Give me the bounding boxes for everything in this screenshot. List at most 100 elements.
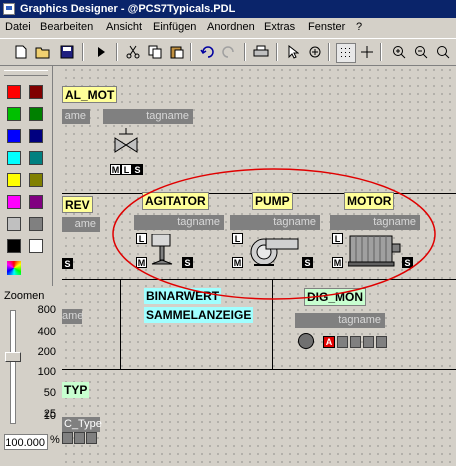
new-file-icon[interactable] (12, 43, 30, 61)
color-swatch-gray[interactable] (29, 217, 43, 231)
label-al-mot[interactable]: AL_MOT (62, 86, 118, 103)
menu-fenster[interactable]: Fenster (308, 21, 345, 33)
tagname-field[interactable]: tagname (230, 215, 320, 230)
print-icon[interactable] (252, 43, 270, 61)
status-box (350, 336, 361, 348)
color-swatch-cyan[interactable] (7, 151, 21, 165)
zoom-unit: % (50, 434, 60, 446)
zoom-value-field[interactable]: 100.000 (4, 434, 48, 450)
undo-icon[interactable] (198, 43, 216, 61)
color-swatch-olive[interactable] (29, 173, 43, 187)
valve-icon[interactable] (114, 128, 140, 165)
zoom-slider-thumb[interactable] (5, 352, 21, 362)
label-typ[interactable]: TYP (62, 382, 90, 398)
zoom-in-icon[interactable] (390, 43, 408, 61)
divider-line (62, 279, 456, 280)
title-bar: Graphics Designer - @PCS7Typicals.PDL (0, 0, 456, 18)
copy-icon[interactable] (146, 43, 164, 61)
custom-color-icon[interactable] (7, 261, 21, 275)
menu-help[interactable]: ? (356, 21, 362, 33)
menu-ansicht[interactable]: Ansicht (106, 21, 142, 33)
zoom-pointer-icon[interactable] (306, 43, 324, 61)
tagname-field[interactable]: tagname (103, 109, 193, 124)
tagname-field[interactable]: ame (62, 217, 100, 232)
zoom-slider-track[interactable] (10, 310, 16, 424)
toolbar-separator (276, 43, 278, 61)
label-pump[interactable]: PUMP (252, 192, 293, 210)
menu-bearbeiten[interactable]: Bearbeiten (40, 21, 93, 33)
label-sammelanzeige[interactable]: SAMMELANZEIGE (144, 307, 254, 323)
toolbar-separator (82, 43, 84, 61)
tagname-field[interactable]: tagname (295, 313, 385, 328)
app-icon (3, 3, 15, 15)
tagname-field[interactable]: ame (62, 309, 83, 324)
color-swatch-dark-green[interactable] (29, 107, 43, 121)
pump-icon[interactable] (246, 236, 300, 271)
color-swatch-silver[interactable] (7, 217, 21, 231)
motor-icon[interactable] (347, 232, 404, 271)
zoom-scale-50: 50 (43, 387, 56, 399)
paste-icon[interactable] (168, 43, 186, 61)
divider-line (272, 279, 273, 369)
type-box (62, 432, 73, 444)
status-l: L (332, 233, 343, 244)
cut-icon[interactable] (124, 43, 142, 61)
c-type-field[interactable]: C_Type (62, 417, 102, 432)
palette-grip[interactable] (4, 70, 48, 76)
save-icon[interactable] (58, 43, 76, 61)
color-swatch-yellow[interactable] (7, 173, 21, 187)
zoom-scale-400: 400 (37, 326, 56, 338)
status-m: M (332, 257, 343, 268)
zoom-scale-800: 800 (37, 304, 56, 316)
label-motor[interactable]: MOTOR (344, 192, 395, 210)
color-swatch-black[interactable] (7, 239, 21, 253)
color-swatch-red[interactable] (7, 85, 21, 99)
color-swatch-green[interactable] (7, 107, 21, 121)
label-binarwert[interactable]: BINARWERT (144, 288, 222, 304)
status-s: S (302, 257, 313, 268)
menu-extras[interactable]: Extras (264, 21, 295, 33)
drawing-canvas[interactable]: AL_MOT ame tagname M L S REV ame S AGITA… (62, 66, 456, 466)
label-rev[interactable]: REV (62, 196, 93, 213)
tagname-field[interactable]: ame (62, 109, 90, 124)
color-swatch-navy[interactable] (29, 129, 43, 143)
label-agitator[interactable]: AGITATOR (142, 192, 209, 210)
tagname-field[interactable]: tagname (134, 215, 224, 230)
status-s: S (182, 257, 193, 268)
status-s: S (62, 258, 73, 269)
color-swatch-teal[interactable] (29, 151, 43, 165)
zoom-label: Zoomen (4, 290, 45, 302)
zoom-fit-icon[interactable] (434, 43, 452, 61)
zoom-scale-100: 100 (37, 366, 56, 378)
menu-anordnen[interactable]: Anordnen (207, 21, 255, 33)
color-swatch-magenta[interactable] (7, 195, 21, 209)
grid-icon[interactable] (336, 43, 356, 63)
window-title: Graphics Designer - @PCS7Typicals.PDL (20, 3, 236, 15)
redo-icon[interactable] (220, 43, 238, 61)
open-folder-icon[interactable] (34, 43, 52, 61)
color-swatch-white[interactable] (29, 239, 43, 253)
zoom-scale-10: 10 (43, 410, 56, 422)
status-s: S (402, 257, 413, 268)
divider-line (62, 369, 456, 370)
zoom-out-icon[interactable] (412, 43, 430, 61)
agitator-icon[interactable] (150, 233, 180, 275)
status-m: M (136, 257, 147, 268)
toolbar-separator (380, 43, 382, 61)
snap-to-grid-icon[interactable] (358, 43, 376, 61)
status-l: L (121, 164, 132, 175)
color-swatch-blue[interactable] (7, 129, 21, 143)
color-palette (0, 66, 53, 286)
menu-datei[interactable]: Datei (5, 21, 31, 33)
color-swatch-purple[interactable] (29, 195, 43, 209)
status-box (363, 336, 374, 348)
color-swatch-dark-red[interactable] (29, 85, 43, 99)
menu-einfuegen[interactable]: Einfügen (153, 21, 196, 33)
pointer-icon[interactable] (284, 43, 302, 61)
tagname-field[interactable]: tagname (330, 215, 420, 230)
label-dig-mon[interactable]: DIG_MON (304, 288, 367, 306)
status-m: M (110, 164, 121, 175)
run-icon[interactable] (92, 43, 110, 61)
type-box (86, 432, 97, 444)
status-l: L (232, 233, 243, 244)
